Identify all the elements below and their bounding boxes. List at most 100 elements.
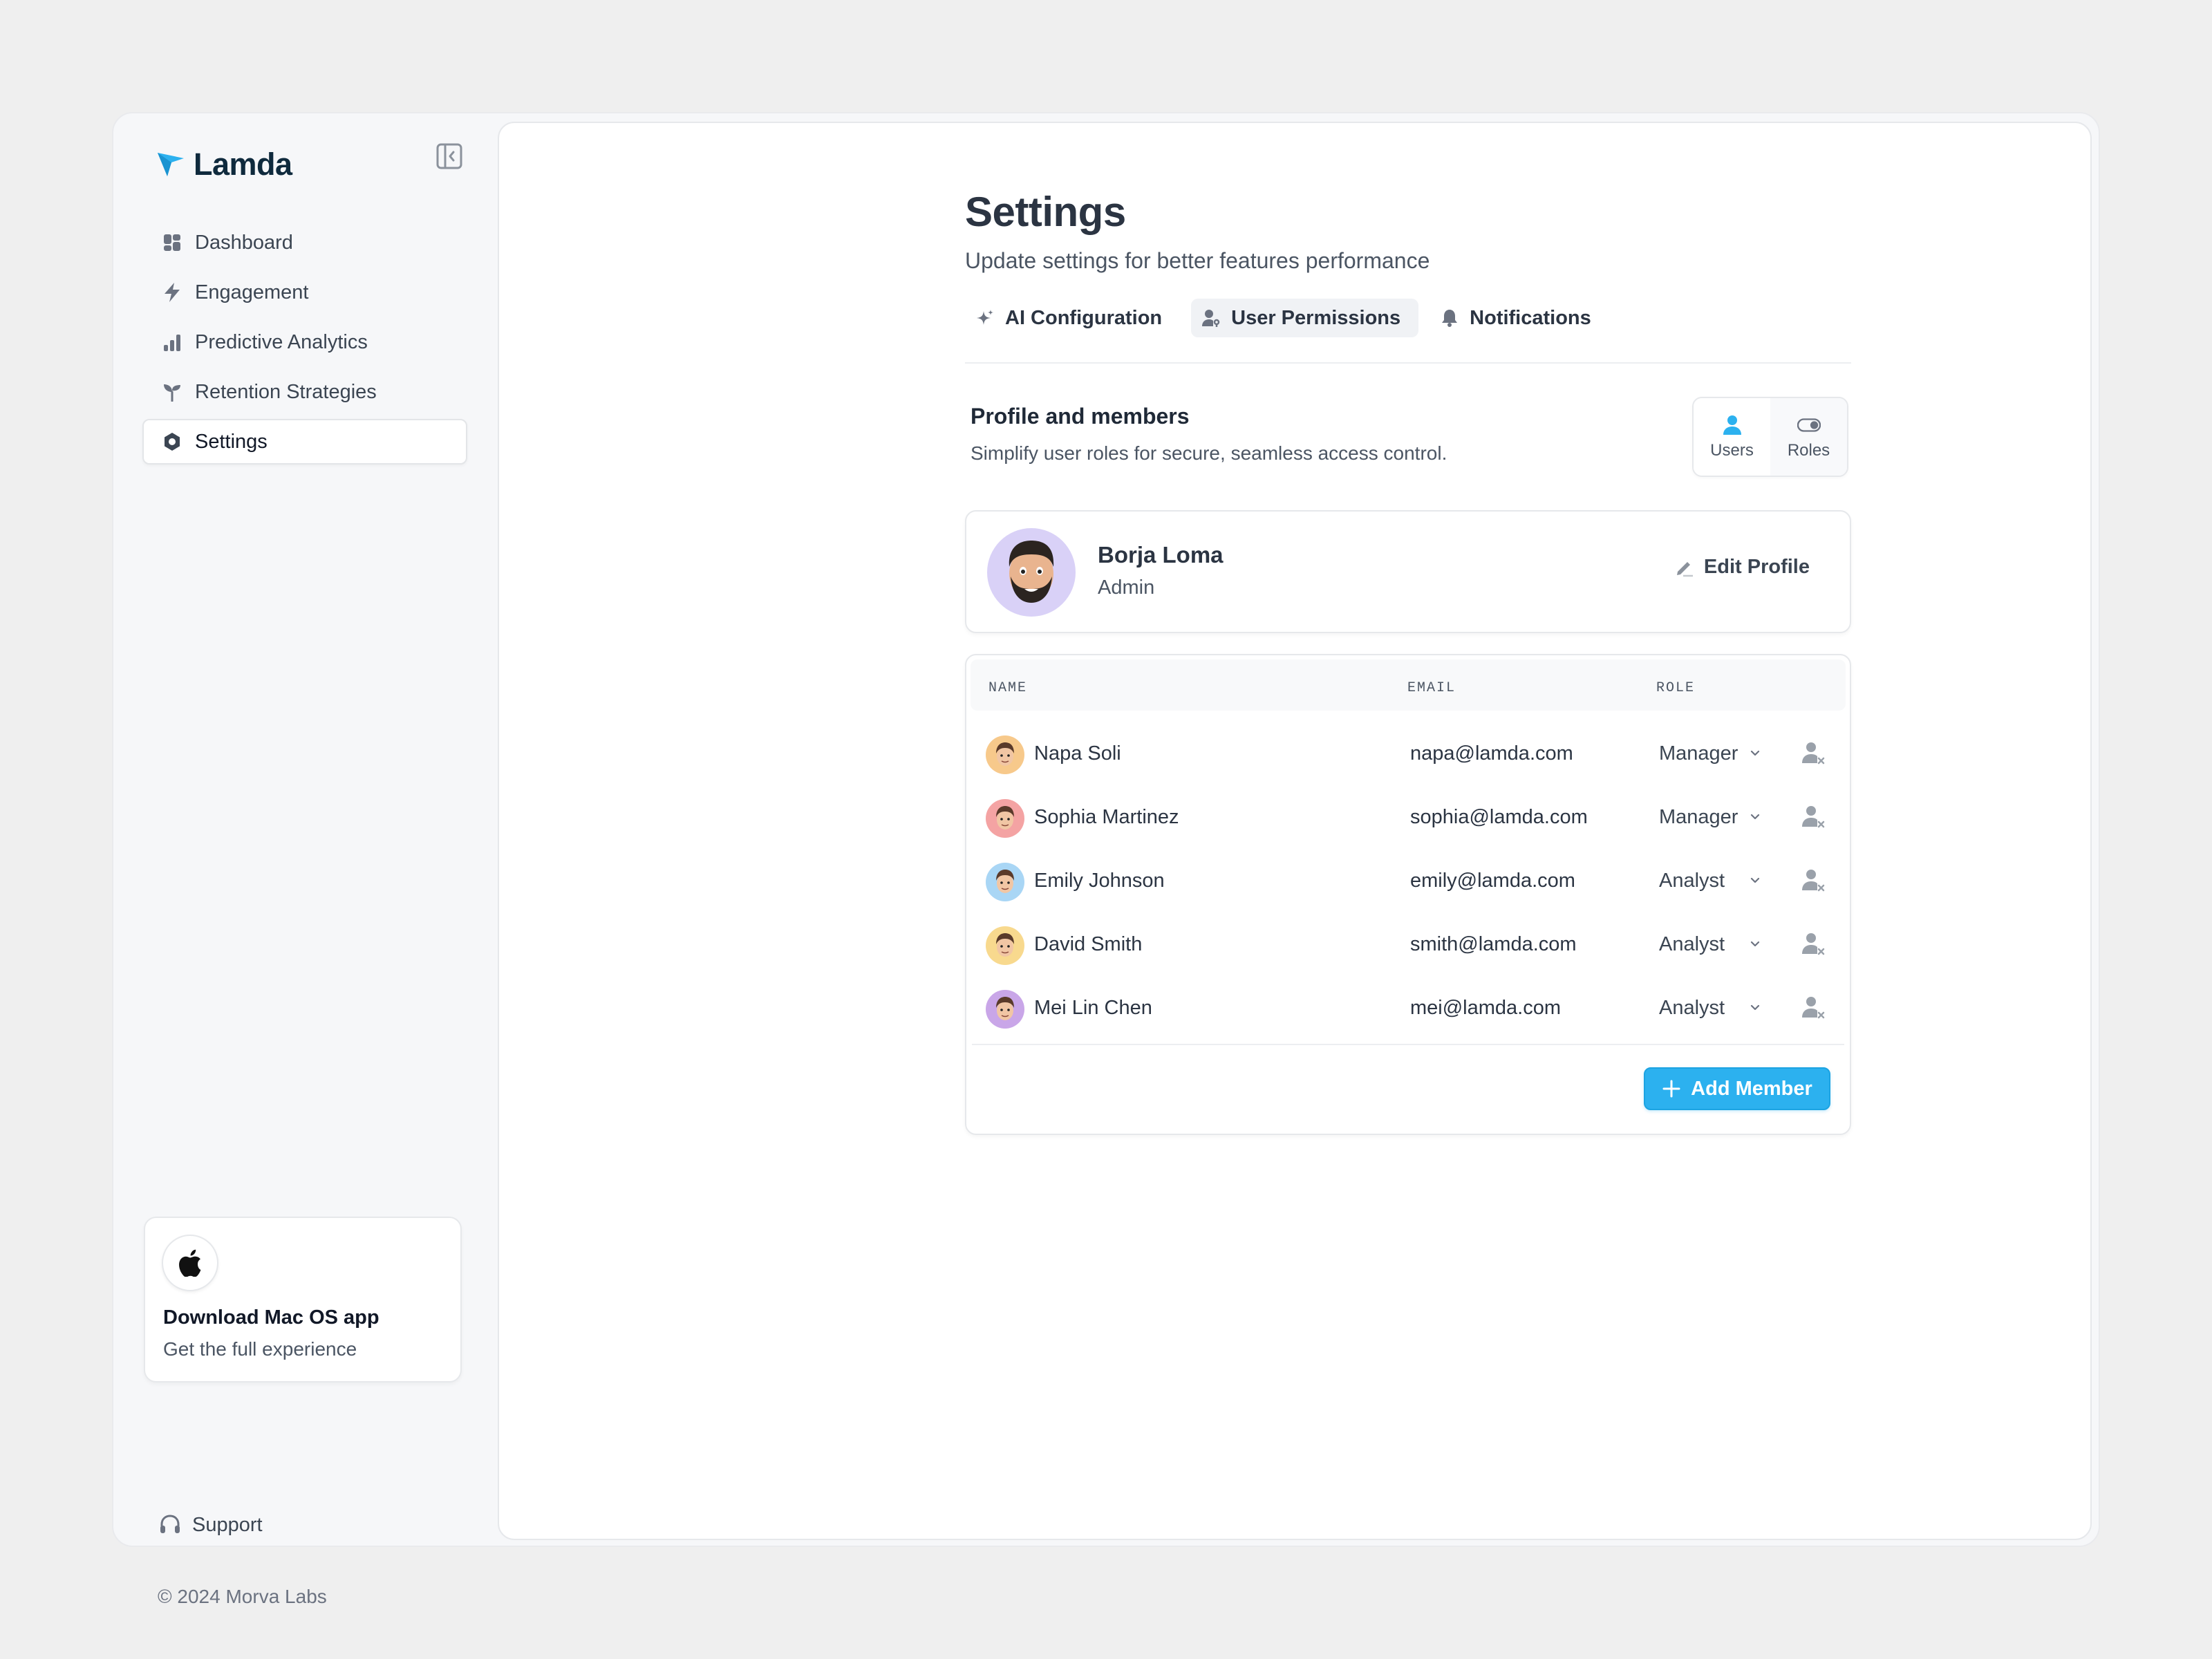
promo-title: Download Mac OS app <box>163 1306 379 1329</box>
sidebar-item-label: Engagement <box>195 281 309 303</box>
table-row: David Smith smith@lamda.com Analyst <box>966 911 1850 975</box>
page-subtitle: Update settings for better features perf… <box>965 248 1430 273</box>
tab-notifications[interactable]: Notifications <box>1430 299 1609 337</box>
chevron-down-icon <box>1750 941 1760 947</box>
sparkle-icon <box>975 308 995 328</box>
edit-profile-label: Edit Profile <box>1703 556 1810 578</box>
remove-user-icon[interactable] <box>1800 803 1826 830</box>
chevron-down-icon <box>1750 750 1760 756</box>
sidebar-item-predictive-analytics[interactable]: Predictive Analytics <box>142 319 467 365</box>
gear-icon <box>160 430 184 453</box>
member-name: Mei Lin Chen <box>1034 997 1152 1019</box>
user-icon <box>1721 413 1744 437</box>
sidebar-item-retention-strategies[interactable]: Retention Strategies <box>142 369 467 415</box>
section-title: Profile and members <box>971 404 1190 429</box>
toggle-roles-label: Roles <box>1787 441 1830 460</box>
sidebar-item-label: Dashboard <box>195 231 293 254</box>
toggle-users-button[interactable]: Users <box>1694 398 1770 476</box>
table-header: NAME EMAIL ROLE <box>971 659 1846 711</box>
add-member-label: Add Member <box>1691 1077 1812 1100</box>
dashboard-icon <box>160 231 184 254</box>
profile-role: Admin <box>1098 577 1155 599</box>
role-value: Analyst <box>1659 932 1725 955</box>
member-email: emily@lamda.com <box>1410 870 1575 892</box>
role-select[interactable]: Manager <box>1659 802 1763 832</box>
sidebar-item-engagement[interactable]: Engagement <box>142 270 467 315</box>
sidebar-item-label: Retention Strategies <box>195 380 377 403</box>
apple-icon <box>162 1235 218 1291</box>
table-row: Mei Lin Chen mei@lamda.com Analyst <box>966 975 1850 1038</box>
brand[interactable]: Lamda <box>155 137 292 192</box>
user-key-icon <box>1201 308 1221 328</box>
settings-content: Settings Update settings for better feat… <box>965 188 1851 1135</box>
member-name: Sophia Martinez <box>1034 806 1179 828</box>
member-email: napa@lamda.com <box>1410 742 1573 765</box>
table-row: Emily Johnson emily@lamda.com Analyst <box>966 847 1850 911</box>
tab-user-permissions[interactable]: User Permissions <box>1191 299 1419 337</box>
avatar <box>987 528 1076 617</box>
member-name: Napa Soli <box>1034 742 1121 765</box>
bar-chart-icon <box>160 330 184 354</box>
page-title: Settings <box>965 189 1126 235</box>
sidebar-item-settings[interactable]: Settings <box>142 419 467 465</box>
table-body: Napa Soli napa@lamda.com Manager Sophia Mar… <box>966 720 1850 1038</box>
table-row: Napa Soli napa@lamda.com Manager <box>966 720 1850 784</box>
role-select[interactable]: Manager <box>1659 738 1763 769</box>
sprout-icon <box>160 380 184 404</box>
brand-logo-icon <box>158 153 184 176</box>
avatar <box>986 799 1024 838</box>
headset-icon <box>160 1515 180 1533</box>
member-email: mei@lamda.com <box>1410 997 1561 1019</box>
chevron-down-icon <box>1750 1004 1760 1011</box>
avatar <box>986 863 1024 901</box>
app-window: Lamda Dashboard Engagement Predictive An… <box>112 112 2100 1607</box>
avatar <box>986 735 1024 774</box>
tab-ai-configuration[interactable]: AI Configuration <box>965 299 1180 337</box>
avatar <box>986 990 1024 1029</box>
chevron-down-icon <box>1750 814 1760 820</box>
remove-user-icon[interactable] <box>1800 930 1826 957</box>
chevron-down-icon <box>1750 877 1760 883</box>
tab-label: User Permissions <box>1231 306 1401 329</box>
member-name: Emily Johnson <box>1034 870 1165 892</box>
role-value: Manager <box>1659 742 1738 765</box>
role-select[interactable]: Analyst <box>1659 865 1763 896</box>
sidebar-nav: Dashboard Engagement Predictive Analytic… <box>142 220 467 469</box>
main-panel: Settings Update settings for better feat… <box>498 122 2092 1540</box>
table-footer-divider <box>972 1044 1844 1045</box>
copyright: © 2024 Morva Labs <box>158 1586 327 1607</box>
pencil-icon <box>1676 561 1693 577</box>
role-value: Analyst <box>1659 996 1725 1019</box>
remove-user-icon[interactable] <box>1800 994 1826 1020</box>
promo-subtitle: Get the full experience <box>163 1338 357 1360</box>
profile-card: Borja Loma Admin Edit Profile <box>965 510 1851 633</box>
remove-user-icon[interactable] <box>1800 740 1826 766</box>
edit-profile-button[interactable]: Edit Profile <box>1674 556 1810 579</box>
support-label: Support <box>192 1513 263 1536</box>
add-member-button[interactable]: Add Member <box>1644 1067 1830 1110</box>
remove-user-icon[interactable] <box>1800 867 1826 893</box>
member-name: David Smith <box>1034 933 1143 955</box>
role-value: Analyst <box>1659 869 1725 892</box>
toggle-roles-button[interactable]: Roles <box>1770 398 1847 476</box>
support-link[interactable]: Support <box>158 1512 263 1537</box>
section-subtitle: Simplify user roles for secure, seamless… <box>971 442 1447 464</box>
table-row: Sophia Martinez sophia@lamda.com Manager <box>966 784 1850 847</box>
sidebar-item-dashboard[interactable]: Dashboard <box>142 220 467 265</box>
lightning-icon <box>160 281 184 304</box>
role-value: Manager <box>1659 805 1738 828</box>
role-select[interactable]: Analyst <box>1659 929 1763 959</box>
toggle-users-label: Users <box>1710 441 1754 460</box>
tabs-divider <box>965 362 1851 364</box>
avatar <box>986 926 1024 965</box>
plus-icon <box>1662 1080 1680 1098</box>
section-header: Profile and members Simplify user roles … <box>965 397 1851 480</box>
header-role: ROLE <box>1656 680 1696 696</box>
toggle-icon <box>1797 413 1821 437</box>
role-select[interactable]: Analyst <box>1659 993 1763 1023</box>
collapse-sidebar-icon[interactable] <box>435 142 463 170</box>
brand-name: Lamda <box>194 147 292 182</box>
members-table: NAME EMAIL ROLE Napa Soli napa@lamda.com M… <box>965 654 1851 1135</box>
sidebar-item-label: Predictive Analytics <box>195 330 368 353</box>
download-app-card[interactable]: Download Mac OS app Get the full experie… <box>144 1217 462 1382</box>
